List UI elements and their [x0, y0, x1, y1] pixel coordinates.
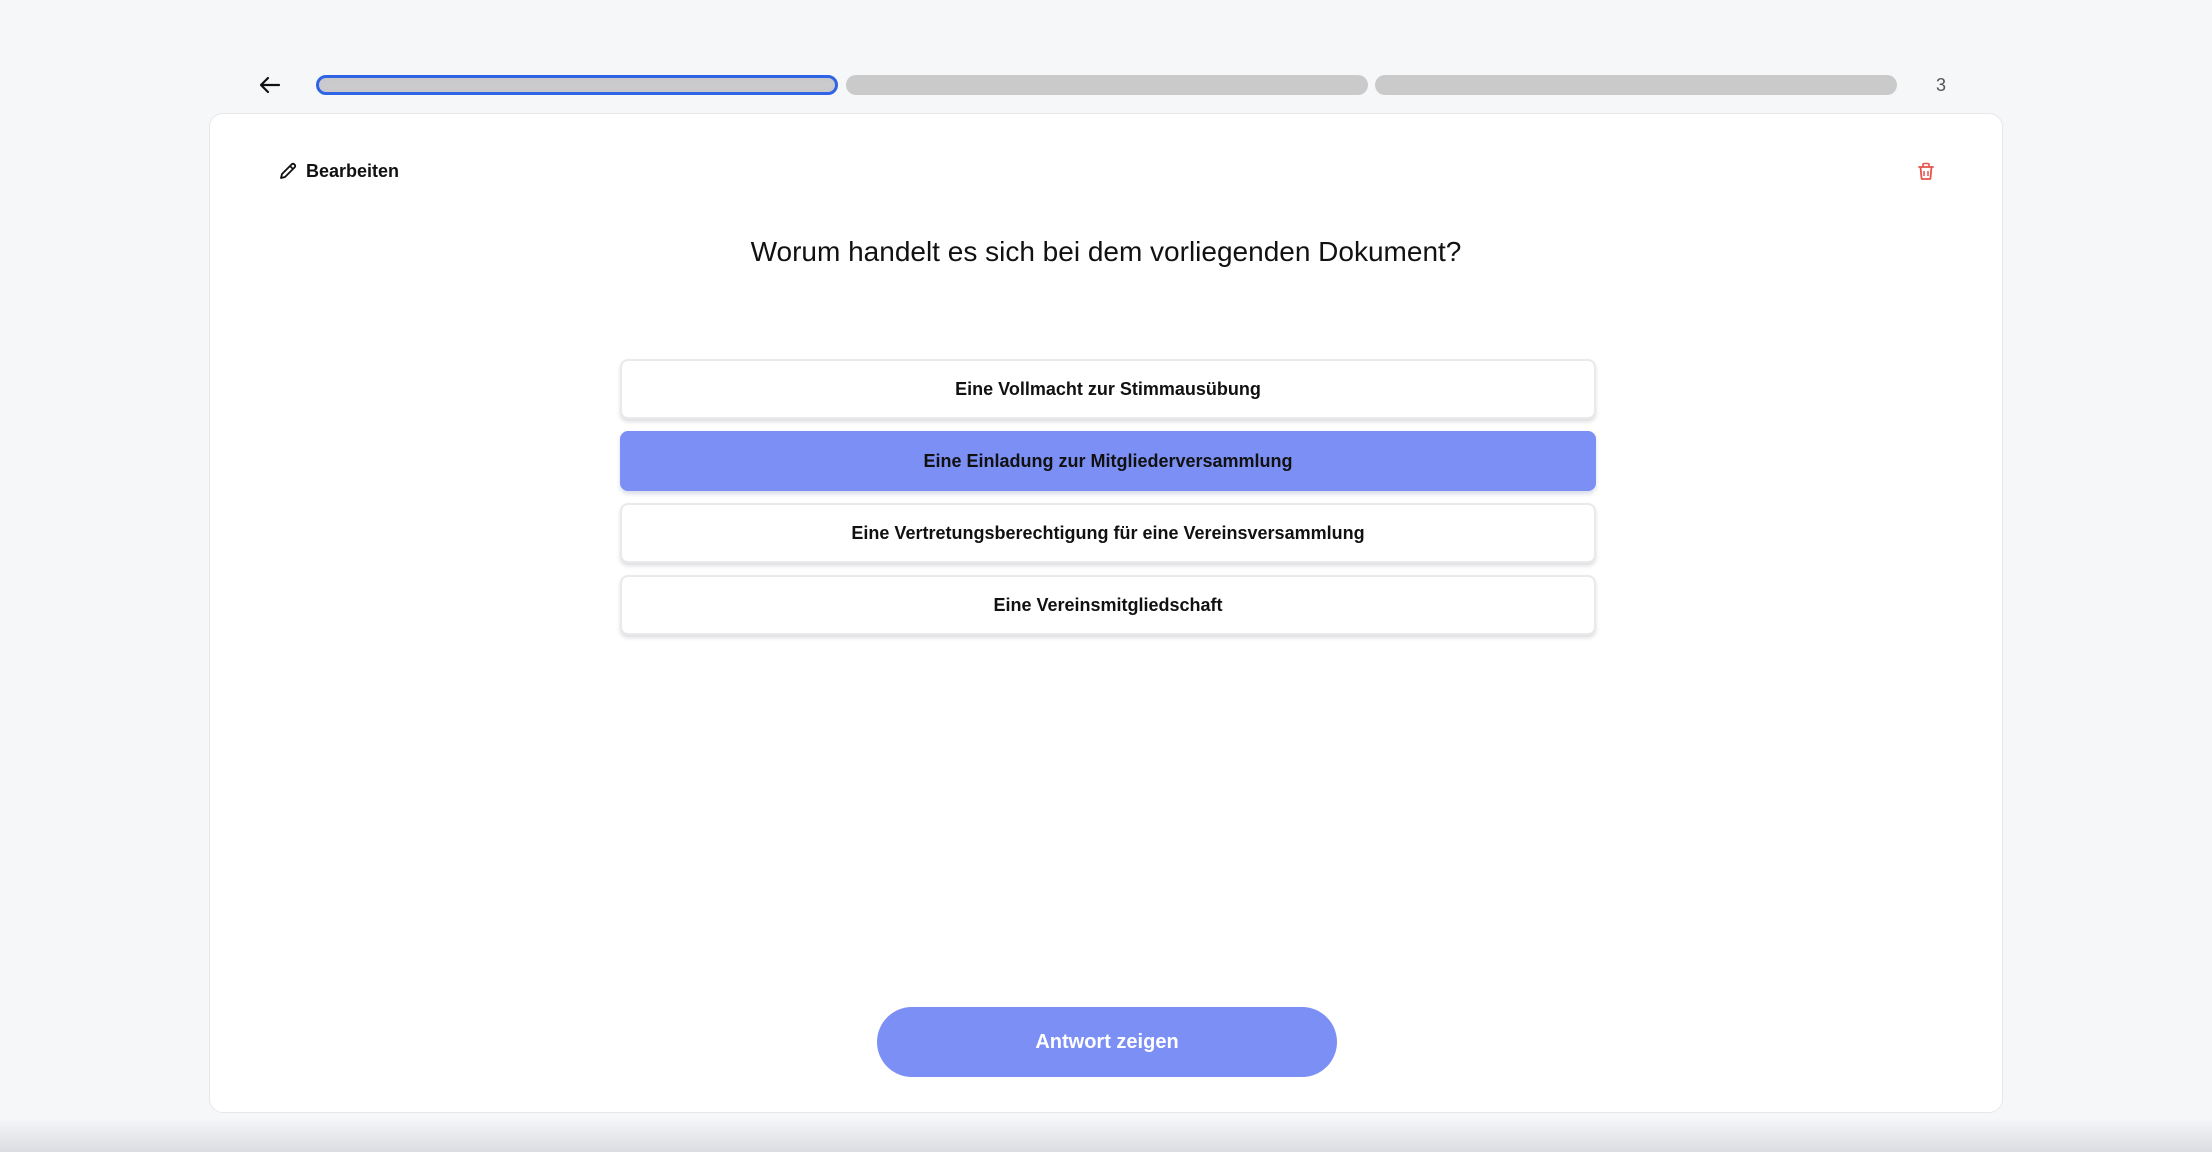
answer-option-3[interactable]: Eine Vertretungsberechtigung für eine Ve… — [620, 503, 1596, 563]
pencil-icon — [280, 162, 297, 179]
back-button[interactable] — [253, 68, 287, 102]
edit-button[interactable]: Bearbeiten — [278, 156, 399, 186]
progress-segment-2 — [846, 75, 1368, 95]
trash-icon — [1918, 162, 1934, 180]
progress-segment-1 — [316, 75, 838, 95]
answer-option-2[interactable]: Eine Einladung zur Mitgliederversammlung — [620, 431, 1596, 491]
show-answer-button[interactable]: Antwort zeigen — [877, 1007, 1337, 1077]
bottom-shadow — [0, 1118, 2212, 1152]
answer-option-4[interactable]: Eine Vereinsmitgliedschaft — [620, 575, 1596, 635]
answer-option-1[interactable]: Eine Vollmacht zur Stimmausübung — [620, 359, 1596, 419]
top-bar: 3 — [0, 68, 2212, 102]
delete-button[interactable] — [1912, 157, 1940, 185]
arrow-left-icon — [259, 76, 281, 94]
question-card: Bearbeiten Worum handelt es sich bei dem… — [209, 113, 2003, 1113]
question-text: Worum handelt es sich bei dem vorliegend… — [750, 236, 1462, 267]
edit-label: Bearbeiten — [306, 160, 400, 181]
step-count: 3 — [1935, 75, 1946, 95]
progress-segment-3 — [1375, 75, 1897, 95]
answer-options: Eine Vollmacht zur Stimmausübung Eine Ei… — [620, 359, 1596, 647]
